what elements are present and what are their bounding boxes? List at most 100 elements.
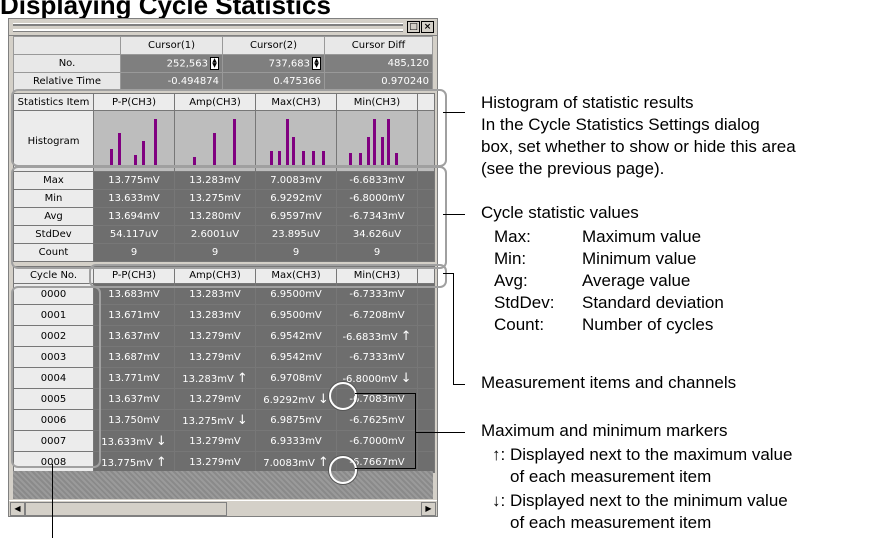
cycle-value-cell: -6.6833mV ↑ [336, 325, 418, 347]
cycle-value-cell: 13.750mV [93, 409, 175, 431]
cycle-value: 6.9333mV [270, 435, 322, 447]
scroll-right-button[interactable]: ▶ [421, 502, 436, 516]
cycle-value-cell: 6.9542mV [255, 325, 337, 347]
max-marker-circle [329, 456, 357, 484]
titlebar-grip[interactable] [13, 23, 403, 32]
cursor2-header: Cursor(2) [222, 36, 325, 55]
cycle-value-cell: 13.671mV [93, 304, 175, 326]
cycle-filler [417, 451, 435, 473]
cycle-value-cell: 13.633mV ↓ [93, 430, 175, 452]
cycle-value: 6.9500mV [270, 309, 322, 321]
cursor-diff-no: 485,120 [324, 54, 433, 73]
stat-def-term: Min: [494, 249, 527, 268]
cycle-value: 13.671mV [108, 309, 160, 321]
close-button[interactable]: × [421, 21, 434, 33]
maximize-button[interactable]: □ [407, 21, 420, 33]
window-titlebar[interactable]: □ × [9, 19, 437, 36]
cycle-value: -6.7083mV [349, 393, 405, 405]
cycle-value: -6.7333mV [349, 351, 405, 363]
cursor1-no-field[interactable]: 252,563 ▲ ▼ [120, 54, 223, 73]
cursor2-time: 0.475366 [222, 72, 325, 91]
annotation-line: ↓: Displayed next to the minimum value [492, 491, 788, 510]
cycle-value: -6.7000mV [349, 435, 405, 447]
cycle-filler [417, 346, 435, 368]
cycle-value: 6.9542mV [270, 330, 322, 342]
marker-leader-h [415, 432, 465, 433]
scroll-thumb[interactable] [25, 502, 227, 516]
cycle-no-outline [11, 286, 101, 468]
histogram-annotation: Histogram of statistic results In the Cy… [481, 92, 796, 180]
cycle-value-cell: 13.283mV [174, 304, 256, 326]
cursor2-spinner[interactable]: ▲ ▼ [312, 57, 321, 70]
stat-def-desc: Average value [582, 271, 691, 290]
cycle-value-cell: -6.7000mV [336, 430, 418, 452]
cycle-value-cell: 13.279mV [174, 346, 256, 368]
cycle-value: -6.6833mV [342, 331, 398, 343]
cycle-no-leader [52, 464, 53, 538]
max-marker-leader [355, 468, 415, 469]
cycle-value-cell: 6.9500mV [255, 304, 337, 326]
scroll-left-button[interactable]: ◀ [10, 502, 25, 516]
cycle-value: 13.637mV [108, 330, 160, 342]
markers-annotation: Maximum and minimum markers [481, 421, 728, 440]
annotation-line: of each measurement item [510, 467, 712, 486]
stat-def-term: Max: [494, 227, 531, 246]
cycle-value-cell: 7.0083mV ↑ [255, 451, 337, 473]
min-marker-icon: ↓ [155, 433, 167, 449]
min-marker-annotation: ↓: Displayed next to the minimum value o… [492, 490, 788, 534]
cycle-value-cell: 13.279mV [174, 325, 256, 347]
cycle-value: 13.279mV [189, 435, 241, 447]
cycle-value: 13.750mV [108, 414, 160, 426]
cycle-value: 13.279mV [189, 456, 241, 468]
cycle-value: -6.7333mV [349, 288, 405, 300]
cycle-value-cell: 13.687mV [93, 346, 175, 368]
cycle-value-cell: 13.279mV [174, 388, 256, 410]
measurement-annotation: Measurement items and channels [481, 373, 737, 392]
cursor-header-blank [13, 36, 121, 55]
cycle-value: 13.283mV [189, 288, 241, 300]
annotation-line: (see the previous page). [481, 159, 665, 178]
cycle-value-cell: 6.9333mV [255, 430, 337, 452]
cycle-value: 6.9708mV [270, 372, 322, 384]
cycle-value: 6.9542mV [270, 351, 322, 363]
cursor-table: Cursor(1) Cursor(2) Cursor Diff No. 252,… [13, 36, 433, 91]
cycle-value: 13.775mV [101, 457, 153, 469]
annotation-line: of each measurement item [510, 513, 712, 532]
cursor2-no-field[interactable]: 737,683 ▲ ▼ [222, 54, 325, 73]
measurement-outline [89, 264, 447, 288]
stat-values-title: Cycle statistic values [481, 203, 639, 222]
min-marker-icon: ↓ [400, 370, 412, 386]
cycle-filler [417, 304, 435, 326]
cycle-value: 13.275mV [182, 415, 234, 427]
horizontal-scrollbar[interactable]: ◀ ▶ [9, 500, 437, 516]
cycle-value-cell: 13.279mV [174, 451, 256, 473]
cycle-value: -6.8000mV [342, 373, 398, 385]
cycle-value-cell: 13.279mV [174, 430, 256, 452]
min-marker-icon: ↓ [236, 412, 248, 428]
cycle-value-cell: 13.275mV ↓ [174, 409, 256, 431]
cycle-value-cell: 13.637mV [93, 388, 175, 410]
cursor1-spinner[interactable]: ▲ ▼ [210, 57, 219, 70]
max-marker-icon: ↑ [155, 454, 167, 470]
cycle-no-header[interactable]: Cycle No. [13, 266, 94, 284]
cursor1-header: Cursor(1) [120, 36, 223, 55]
cycle-value-cell: 13.771mV [93, 367, 175, 389]
cycle-value: -6.7667mV [349, 456, 405, 468]
measurement-leader [443, 273, 453, 274]
cycle-filler [417, 367, 435, 389]
stats-leader [443, 214, 465, 215]
cycle-value: -6.7625mV [349, 414, 405, 426]
stat-definitions: Max: Maximum value Min: Minimum value Avg:… [494, 226, 724, 336]
cycle-value: 7.0083mV [263, 457, 315, 469]
cycle-filler [417, 430, 435, 452]
cursor1-time: -0.494874 [120, 72, 223, 91]
histogram-leader [443, 112, 465, 113]
cursor-row-label: Relative Time [13, 72, 121, 91]
stat-def-desc: Maximum value [582, 227, 702, 246]
stat-def-term: Avg: [494, 271, 528, 290]
stat-def-desc: Standard deviation [582, 293, 724, 312]
cycle-value: 13.283mV [189, 309, 241, 321]
cycle-filler [417, 388, 435, 410]
cycle-value: 13.687mV [108, 351, 160, 363]
cycle-value: 13.771mV [108, 372, 160, 384]
